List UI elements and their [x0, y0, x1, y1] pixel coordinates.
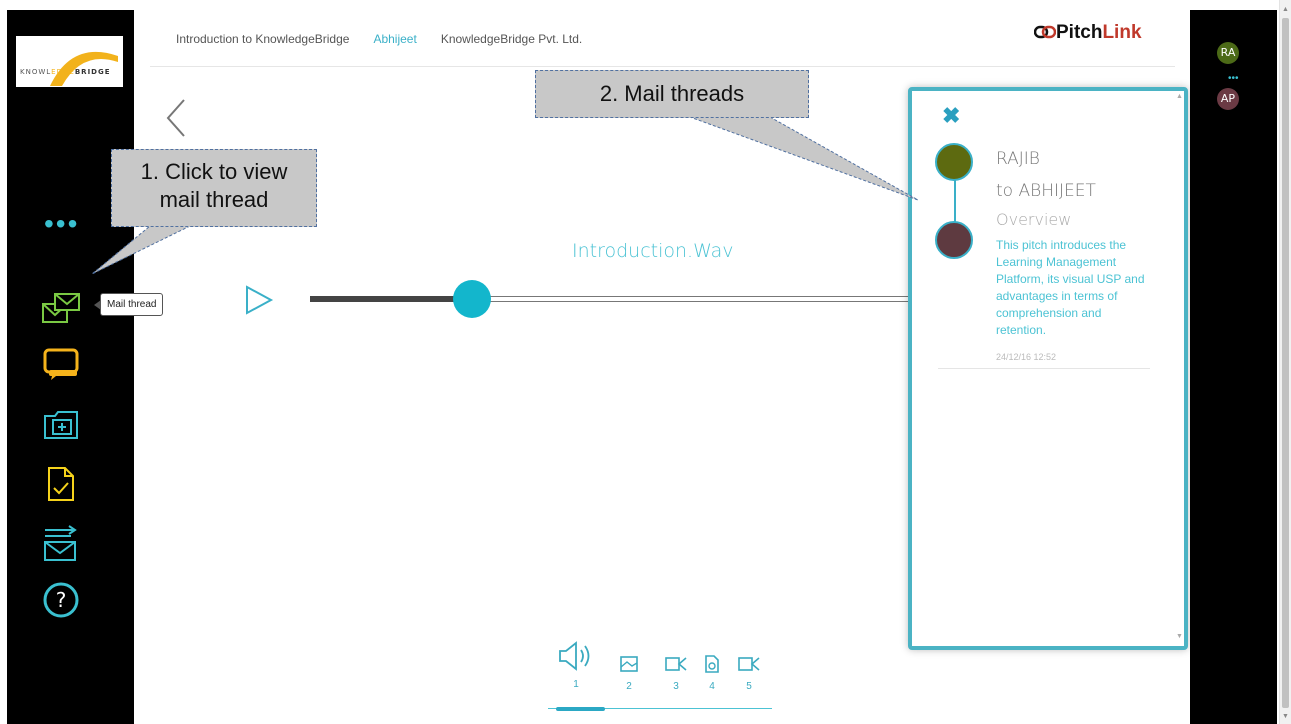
- scroll-up-icon[interactable]: ▲: [1282, 6, 1289, 13]
- video-icon: [665, 657, 687, 671]
- more-options-icon[interactable]: •••: [44, 210, 79, 238]
- file-icon: [705, 655, 719, 673]
- scroll-down-icon[interactable]: ▼: [1282, 713, 1289, 720]
- media-item-2[interactable]: 2: [609, 654, 649, 692]
- media-number: 5: [746, 681, 752, 692]
- link-logo-icon: [1033, 25, 1057, 39]
- recipient-dot: [935, 221, 973, 259]
- add-folder-icon[interactable]: [41, 404, 81, 444]
- media-number: 3: [673, 681, 679, 692]
- mail-recipient: to ABHIJEET: [996, 181, 1096, 201]
- chat-icon[interactable]: [41, 344, 81, 384]
- mail-subject: Overview: [996, 210, 1072, 229]
- nav-pitch-title[interactable]: Introduction to KnowledgeBridge: [176, 32, 349, 46]
- scroll-thumb[interactable]: [1282, 18, 1289, 708]
- logo-arc-icon: [50, 51, 118, 86]
- media-item-5[interactable]: 5: [729, 654, 769, 692]
- participant-avatar-ap[interactable]: AP: [1217, 88, 1239, 110]
- media-item-1[interactable]: 1: [556, 640, 596, 690]
- image-icon: [620, 656, 638, 672]
- thread-divider: [938, 368, 1150, 369]
- media-number: 2: [626, 681, 632, 692]
- video-icon: [738, 657, 760, 671]
- track-title: Introduction.Wav: [572, 240, 734, 262]
- media-strip: 1 2 3 4 5: [550, 640, 772, 715]
- mail-sender: RAJIB: [996, 149, 1040, 169]
- media-item-4[interactable]: 4: [692, 654, 732, 692]
- callout-mail-threads: 2. Mail threads: [535, 70, 809, 118]
- audio-icon: [559, 641, 590, 671]
- company-logo: KNOWLEDGEBRIDGE: [16, 36, 123, 87]
- media-active-indicator: [556, 707, 605, 711]
- document-check-icon[interactable]: [41, 464, 81, 504]
- mail-thread-icon[interactable]: [41, 288, 81, 328]
- progress-fill: [310, 296, 472, 302]
- panel-scrollbar[interactable]: ▲ ▼: [1174, 93, 1186, 644]
- media-number: 1: [573, 679, 579, 690]
- help-icon[interactable]: ?: [41, 580, 81, 620]
- nav-recipient[interactable]: Abhijeet: [373, 32, 416, 46]
- app-root: KNOWLEDGEBRIDGE ••• Mail thread ? RA •••…: [0, 0, 1291, 724]
- play-icon[interactable]: [244, 285, 274, 315]
- svg-text:?: ?: [56, 588, 67, 612]
- mail-thread-tooltip: Mail thread: [93, 293, 164, 316]
- header-divider: [150, 66, 1175, 67]
- back-chevron-icon[interactable]: [164, 98, 188, 138]
- forward-mail-icon[interactable]: [41, 524, 81, 564]
- sender-dot: [935, 143, 973, 181]
- participant-avatar-ra[interactable]: RA: [1217, 42, 1239, 64]
- media-number: 4: [709, 681, 715, 692]
- progress-knob[interactable]: [453, 280, 491, 318]
- mail-body: This pitch introduces the Learning Manag…: [996, 238, 1145, 337]
- breadcrumb-nav: Introduction to KnowledgeBridge Abhijeet K…: [176, 32, 606, 46]
- media-item-3[interactable]: 3: [656, 654, 696, 692]
- scroll-down-icon[interactable]: ▼: [1176, 633, 1183, 640]
- more-participants-icon[interactable]: •••: [1228, 74, 1239, 84]
- close-icon[interactable]: ✖: [942, 105, 960, 127]
- logo-text: KNOWLEDGEBRIDGE: [20, 68, 111, 76]
- callout-view-mail-thread: 1. Click to view mail thread: [111, 149, 317, 227]
- pitchlink-logo: PitchLink: [1033, 22, 1142, 44]
- page-scrollbar[interactable]: ▲ ▼: [1279, 0, 1291, 724]
- right-sidebar: [1190, 10, 1277, 724]
- mail-timestamp: 24/12/16 12:52: [996, 352, 1057, 362]
- mail-thread-panel: ✖ RAJIB to ABHIJEET Overview This pitch …: [908, 87, 1188, 650]
- scroll-up-icon[interactable]: ▲: [1176, 93, 1183, 100]
- nav-company[interactable]: KnowledgeBridge Pvt. Ltd.: [441, 32, 582, 46]
